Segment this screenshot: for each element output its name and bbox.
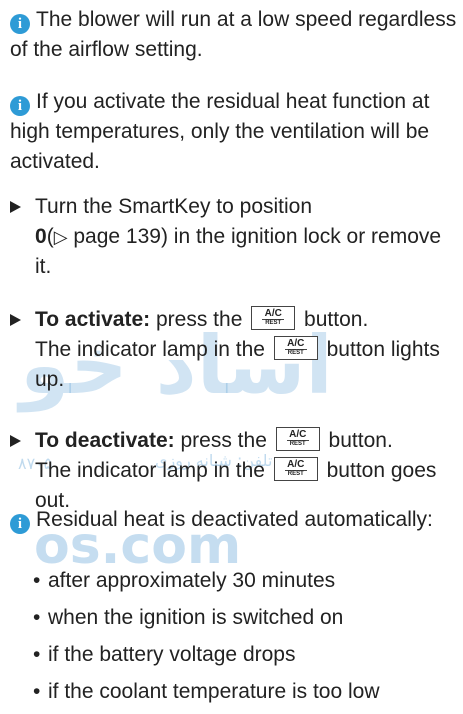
key-top-label: A/C [287, 338, 305, 349]
key-bottom-label: REST [287, 471, 304, 477]
conditions-list: • after approximately 30 minutes • when th… [33, 566, 453, 714]
step-arrow-icon [10, 435, 21, 447]
page-ref-arrow-icon: ▷ [53, 227, 68, 247]
note-deactivated-auto-text: Residual heat is deactivated automatical… [36, 508, 433, 531]
bullet-dot: • [33, 643, 41, 666]
activate-text3: The indicator lamp in the [35, 338, 271, 361]
step-smartkey: Turn the SmartKey to position 0(▷ page 1… [10, 192, 460, 282]
key-top-label: A/C [287, 459, 305, 470]
info-icon: i [10, 514, 30, 534]
condition-text: when the ignition is switched on [48, 606, 344, 629]
ac-rest-button-icon: A/C REST [273, 336, 318, 360]
deactivate-text3: The indicator lamp in the [35, 459, 271, 482]
key-top-label: A/C [264, 308, 282, 319]
smartkey-position: 0 [35, 225, 47, 248]
note-blower-text: The blower will run at a low speed regar… [10, 8, 457, 61]
key-bottom-label: REST [287, 350, 304, 356]
deactivate-text2: button. [322, 429, 393, 452]
step-arrow-icon [10, 201, 21, 213]
condition-text: if the coolant temperature is too low [48, 680, 380, 703]
deactivate-lead: To deactivate: [35, 429, 175, 452]
list-item: • after approximately 30 minutes [33, 566, 453, 603]
smartkey-line1: Turn the SmartKey to position [35, 195, 313, 218]
ref-paren: ( [46, 225, 54, 248]
list-item: • when the ignition is switched on [33, 603, 453, 640]
note-residual-high-text: If you activate the residual heat functi… [10, 90, 430, 173]
ac-rest-button-icon: A/C REST [273, 457, 318, 481]
ac-rest-button-icon: A/C REST [251, 306, 296, 330]
activate-lead: To activate: [35, 308, 151, 331]
key-bottom-label: REST [265, 320, 282, 326]
key-top-label: A/C [289, 429, 307, 440]
step-activate: To activate: press the A/C REST button. T… [10, 305, 460, 395]
bullet-dot: • [33, 569, 41, 592]
list-item: • if the coolant temperature is too low [33, 677, 453, 714]
note-residual-high-temp: i If you activate the residual heat funct… [10, 87, 460, 177]
ac-rest-button-icon: A/C REST [275, 427, 320, 451]
info-icon: i [10, 14, 30, 34]
key-bottom-label: REST [289, 441, 306, 447]
note-deactivated-auto: i Residual heat is deactivated automatica… [10, 505, 460, 535]
activate-text1: press the [150, 308, 249, 331]
info-icon: i [10, 96, 30, 116]
bullet-dot: • [33, 606, 41, 629]
step-deactivate: To deactivate: press the A/C REST button.… [10, 426, 460, 516]
smartkey-ref-text: page 139) in the ignition lock or remove… [35, 225, 442, 278]
condition-text: after approximately 30 minutes [48, 569, 336, 592]
list-item: • if the battery voltage drops [33, 640, 453, 677]
deactivate-text1: press the [174, 429, 273, 452]
condition-text: if the battery voltage drops [48, 643, 296, 666]
step-arrow-icon [10, 314, 21, 326]
activate-text2: button. [298, 308, 369, 331]
note-blower: i The blower will run at a low speed rega… [10, 5, 460, 65]
bullet-dot: • [33, 680, 41, 703]
